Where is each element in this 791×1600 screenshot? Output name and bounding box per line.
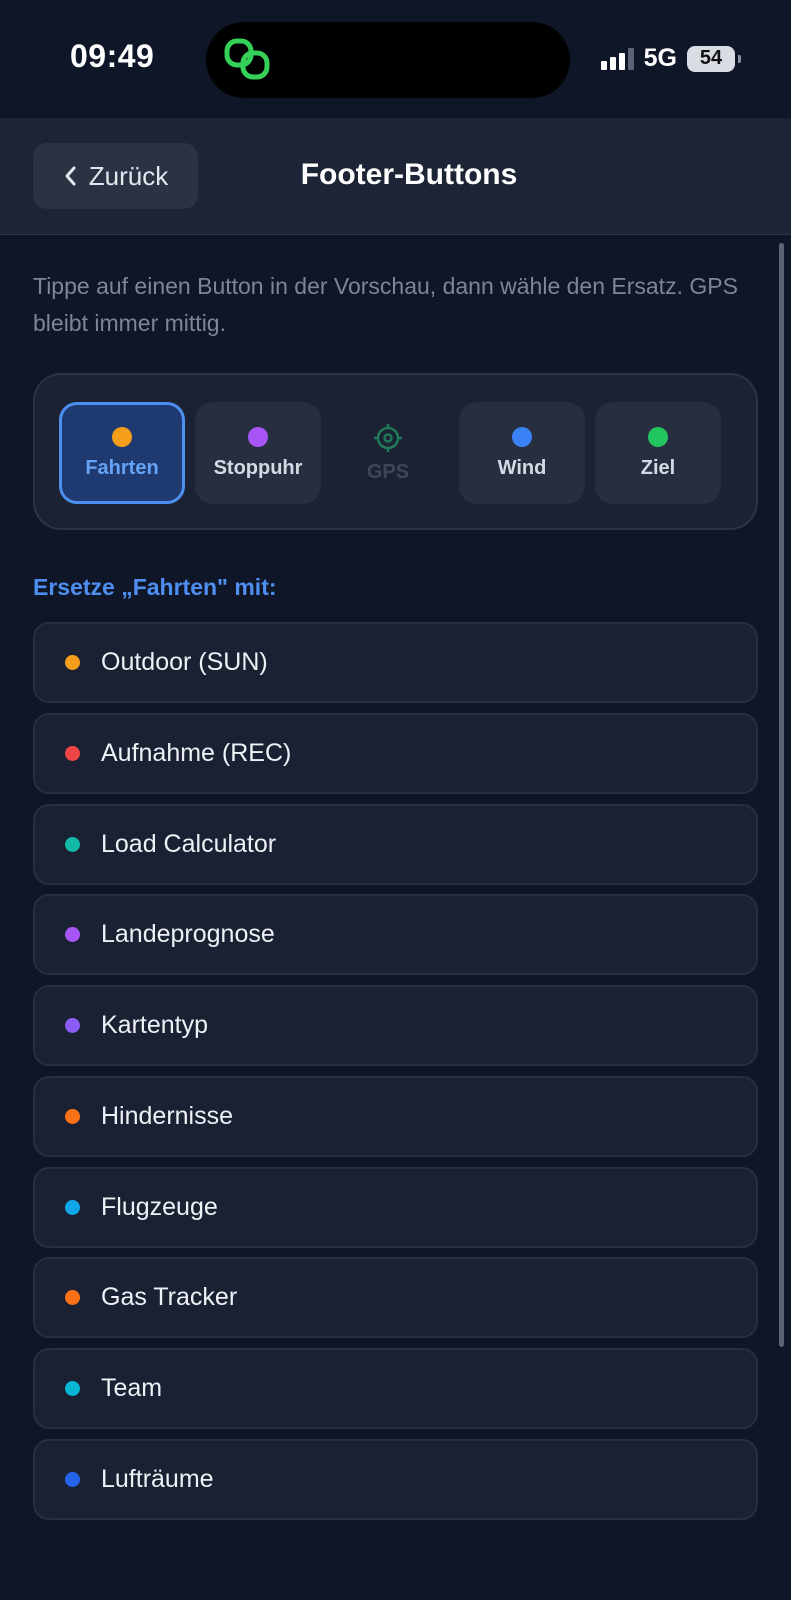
- option-gas-tracker[interactable]: Gas Tracker: [33, 1257, 758, 1338]
- option-label: Gas Tracker: [101, 1283, 238, 1311]
- preview-button-label: Ziel: [640, 456, 676, 479]
- option-luftraeume[interactable]: Lufträume: [33, 1439, 758, 1520]
- option-load-calculator[interactable]: Load Calculator: [33, 804, 758, 885]
- option-label: Team: [101, 1374, 163, 1402]
- battery-icon: 54: [687, 45, 741, 72]
- replace-section-label: Ersetze „Fahrten" mit:: [33, 574, 277, 600]
- option-label: Lufträume: [101, 1465, 214, 1493]
- option-label: Landeprognose: [101, 920, 275, 948]
- option-label: Aufnahme (REC): [101, 739, 292, 767]
- color-dot: [512, 426, 532, 447]
- footer-preview: Fahrten Stoppuhr GPS Wind Ziel: [33, 373, 758, 530]
- preview-button-gps: GPS: [325, 402, 451, 504]
- preview-button-label: Wind: [497, 456, 547, 479]
- color-dot: [112, 426, 132, 447]
- color-dot: [65, 746, 80, 761]
- status-bar: 09:49 5G 54: [0, 0, 791, 118]
- color-dot: [65, 1018, 80, 1033]
- option-label: Load Calculator: [101, 830, 277, 858]
- instruction-text: Tippe auf einen Button in der Vorschau, …: [33, 273, 738, 336]
- option-hindernisse[interactable]: Hindernisse: [33, 1076, 758, 1157]
- option-label: Flugzeuge: [101, 1193, 218, 1221]
- preview-button-stoppuhr[interactable]: Stoppuhr: [195, 402, 321, 504]
- preview-button-label: Fahrten: [85, 456, 159, 479]
- option-label: Hindernisse: [101, 1102, 234, 1130]
- color-dot: [65, 655, 80, 670]
- preview-button-fahrten[interactable]: Fahrten: [59, 402, 185, 504]
- option-kartentyp[interactable]: Kartentyp: [33, 985, 758, 1066]
- color-dot: [65, 1290, 80, 1305]
- scrollbar[interactable]: [779, 243, 784, 1347]
- status-indicators: 5G 54: [600, 44, 741, 73]
- page-title: Footer-Buttons: [300, 158, 518, 191]
- nav-header: Zurück Footer-Buttons: [0, 118, 791, 235]
- signal-icon: [600, 47, 634, 70]
- option-team[interactable]: Team: [33, 1348, 758, 1429]
- option-outdoor-sun[interactable]: Outdoor (SUN): [33, 622, 758, 703]
- preview-button-ziel[interactable]: Ziel: [595, 402, 721, 504]
- color-dot: [248, 426, 268, 447]
- option-landeprognose[interactable]: Landeprognose: [33, 894, 758, 975]
- color-dot: [65, 1381, 80, 1396]
- preview-button-label: Stoppuhr: [213, 456, 303, 479]
- color-dot: [648, 426, 668, 447]
- status-time: 09:49: [70, 38, 155, 74]
- link-icon: [224, 38, 270, 80]
- dynamic-island: [206, 22, 570, 98]
- option-label: Outdoor (SUN): [101, 648, 268, 676]
- network-type: 5G: [643, 44, 677, 72]
- color-dot: [65, 1109, 80, 1124]
- preview-button-wind[interactable]: Wind: [459, 402, 585, 504]
- battery-level: 54: [699, 47, 723, 69]
- color-dot: [65, 1200, 80, 1215]
- option-label: Kartentyp: [101, 1011, 209, 1039]
- option-aufnahme-rec[interactable]: Aufnahme (REC): [33, 713, 758, 794]
- color-dot: [65, 927, 80, 942]
- color-dot: [65, 837, 80, 852]
- preview-button-label: GPS: [366, 460, 410, 483]
- color-dot: [65, 1472, 80, 1487]
- option-flugzeuge[interactable]: Flugzeuge: [33, 1167, 758, 1248]
- crosshair-icon: [374, 423, 402, 452]
